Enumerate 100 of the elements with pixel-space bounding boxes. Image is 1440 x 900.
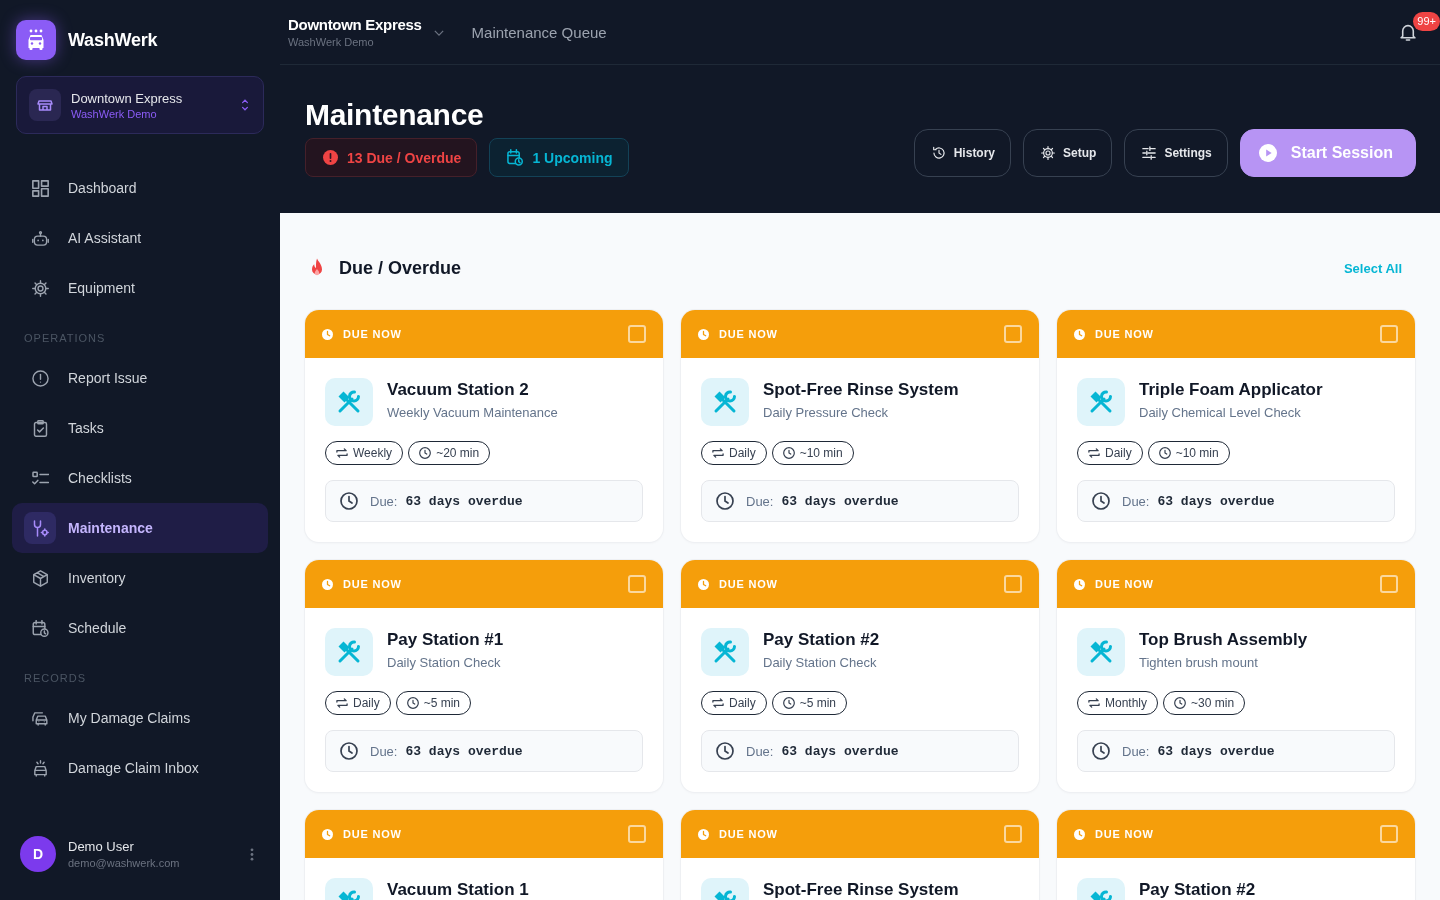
location-selector[interactable]: Downtown Express WashWerk Demo: [16, 76, 264, 134]
bell-icon[interactable]: [1400, 23, 1416, 41]
clipboard-check-icon: [31, 419, 49, 437]
select-checkbox[interactable]: [628, 325, 646, 343]
repeat-icon: [336, 447, 348, 459]
task-card[interactable]: DUE NOW Pay Station #1 Daily Station Check Daily ~5 min Due: 63 days overdue: [305, 560, 663, 792]
frequency-text: Daily: [729, 446, 756, 460]
tools-icon: [325, 378, 373, 426]
select-checkbox[interactable]: [1380, 325, 1398, 343]
duration-text: ~5 min: [423, 696, 461, 710]
select-checkbox[interactable]: [1004, 575, 1022, 593]
section-title: Due / Overdue: [339, 257, 463, 279]
status-label: DUE NOW: [343, 828, 403, 840]
repeat-icon: [712, 447, 724, 459]
clock-icon: [698, 328, 709, 340]
select-checkbox[interactable]: [1380, 825, 1398, 843]
due-label: Due:: [370, 743, 398, 759]
chip-label: 1 Upcoming: [532, 149, 613, 166]
calendar-clock-icon: [507, 149, 524, 166]
task-title: Vacuum Station 2: [387, 380, 530, 399]
notification-badge: 99+: [1413, 12, 1440, 31]
clock-icon: [406, 697, 419, 709]
nav-item[interactable]: Report Issue: [12, 353, 268, 403]
location-switcher[interactable]: Downtown Express WashWerk Demo: [288, 16, 444, 48]
nav-item[interactable]: Damage Claim Inbox: [12, 743, 268, 793]
task-subtitle: Daily Station Check: [387, 655, 502, 670]
tools-icon: [1077, 378, 1125, 426]
task-card[interactable]: DUE NOW Spot-Free Rinse System: [681, 810, 1039, 900]
car-wash-icon: [16, 20, 56, 60]
task-title: Pay Station #1: [387, 630, 504, 649]
repeat-icon: [712, 697, 724, 709]
tools-icon: [325, 628, 373, 676]
clock-icon: [340, 742, 358, 760]
status-label: DUE NOW: [719, 828, 779, 840]
frequency-text: Daily: [1105, 446, 1132, 460]
due-label: Due:: [1122, 493, 1150, 509]
select-checkbox[interactable]: [628, 825, 646, 843]
nav-item[interactable]: AI Assistant: [12, 213, 268, 263]
clock-icon: [782, 447, 795, 459]
select-checkbox[interactable]: [1380, 575, 1398, 593]
select-checkbox[interactable]: [628, 575, 646, 593]
nav-item[interactable]: My Damage Claims: [12, 693, 268, 743]
avatar: D: [20, 836, 56, 872]
duration-text: ~10 min: [1175, 446, 1219, 460]
select-checkbox[interactable]: [1004, 825, 1022, 843]
box-icon: [31, 569, 49, 587]
gear-icon: [1041, 146, 1056, 160]
task-title: Spot-Free Rinse System: [763, 380, 959, 399]
status-label: DUE NOW: [343, 578, 403, 590]
due-value: 63 days overdue: [1157, 743, 1275, 759]
clock-icon: [716, 492, 734, 510]
action-button[interactable]: Setup: [1023, 129, 1113, 177]
nav-item[interactable]: Equipment: [12, 263, 268, 313]
clock-icon: [1092, 742, 1110, 760]
chevron-up-down-icon: [241, 98, 249, 112]
action-button[interactable]: History: [913, 129, 1012, 177]
flame-icon: [309, 258, 325, 278]
task-card[interactable]: DUE NOW Pay Station #2 Daily Station Check Daily ~5 min Due: 63 days overdue: [681, 560, 1039, 792]
robot-icon: [31, 229, 49, 247]
due-value: 63 days overdue: [1157, 493, 1275, 509]
clock-icon: [1074, 328, 1085, 340]
repeat-icon: [1088, 447, 1100, 459]
nav-item[interactable]: Tasks: [12, 403, 268, 453]
user-email: demo@washwerk.com: [68, 857, 181, 869]
select-checkbox[interactable]: [1004, 325, 1022, 343]
clock-icon: [419, 447, 432, 459]
nav-item[interactable]: Checklists: [12, 453, 268, 503]
nav-item[interactable]: Maintenance: [12, 503, 268, 553]
task-title: Spot-Free Rinse System: [763, 880, 959, 899]
nav-item[interactable]: Schedule: [12, 603, 268, 653]
play-icon: [1258, 144, 1277, 162]
due-label: Due:: [746, 493, 774, 509]
task-card[interactable]: DUE NOW Spot-Free Rinse System Daily Pressure Check Daily ~10 min Due: 63 days overdue: [681, 310, 1039, 542]
wrench-gear-icon: [31, 519, 49, 537]
chip-label: 13 Due / Overdue: [347, 149, 462, 166]
duration-text: ~30 min: [1191, 696, 1235, 710]
task-card[interactable]: DUE NOW Vacuum Station 2 Weekly Vacuum Maintenance Weekly ~20 min Due: 63 days overdue: [305, 310, 663, 542]
due-value: 63 days overdue: [405, 743, 523, 759]
status-label: DUE NOW: [719, 578, 779, 590]
task-card[interactable]: DUE NOW Triple Foam Applicator Daily Chemical Level Check Daily ~10 min Due: 63 days overdue: [1057, 310, 1415, 542]
clock-icon: [322, 578, 333, 590]
clock-icon: [322, 828, 333, 840]
page-breadcrumb: Maintenance Queue: [471, 23, 607, 41]
car-siren-icon: [31, 759, 49, 777]
duration-text: ~10 min: [799, 446, 843, 460]
nav-item[interactable]: Dashboard: [12, 163, 268, 213]
status-label: DUE NOW: [1095, 328, 1155, 340]
brand-name: WashWerk: [68, 29, 158, 51]
exclamation-circle-icon: [31, 369, 49, 387]
task-title: Pay Station #2: [763, 630, 880, 649]
nav-item[interactable]: Inventory: [12, 553, 268, 603]
task-card[interactable]: DUE NOW Pay Station #2: [1057, 810, 1415, 900]
more-icon[interactable]: [250, 847, 254, 861]
task-card[interactable]: DUE NOW Top Brush Assembly Tighten brush mount Monthly ~30 min Due: 63 days overdue: [1057, 560, 1415, 792]
due-value: 63 days overdue: [781, 743, 899, 759]
due-label: Due:: [370, 493, 398, 509]
task-card[interactable]: DUE NOW Vacuum Station 1: [305, 810, 663, 900]
action-button[interactable]: Settings: [1124, 129, 1228, 177]
task-subtitle: Daily Chemical Level Check: [1139, 405, 1302, 420]
frequency-text: Monthly: [1105, 696, 1148, 710]
